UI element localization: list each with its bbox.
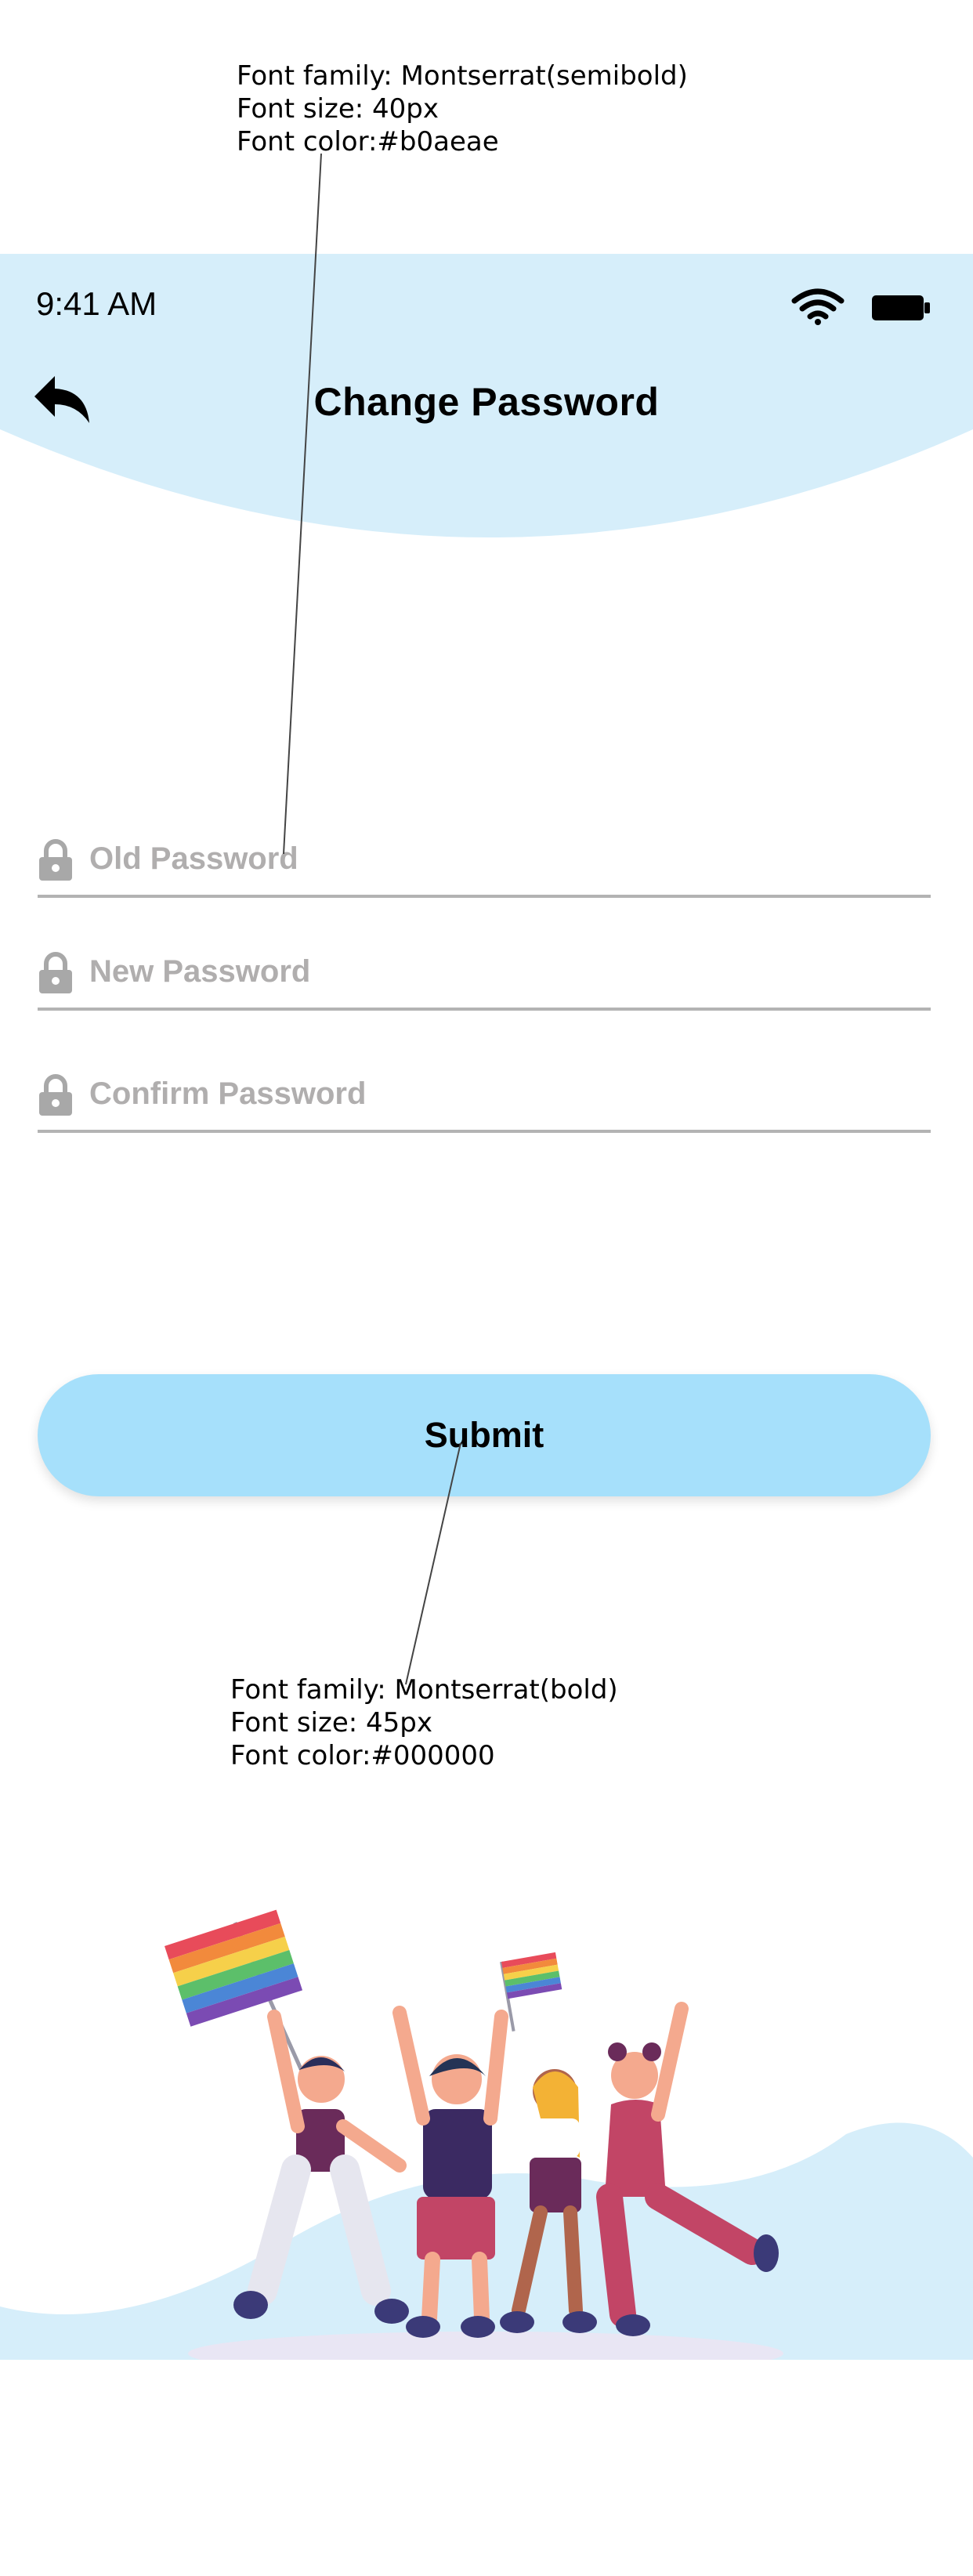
pride-people-illustration — [0, 1909, 973, 2360]
lock-icon — [39, 1074, 72, 1116]
old-password-placeholder: Old Password — [89, 841, 298, 876]
annotation-line: Font size: 45px — [230, 1707, 432, 1738]
field-underline — [38, 1130, 931, 1133]
lock-icon — [39, 952, 72, 993]
confirm-password-placeholder: Confirm Password — [89, 1076, 367, 1111]
small-rainbow-flag-icon — [500, 1952, 562, 2031]
annotation-line: Font color:#b0aeae — [237, 126, 499, 157]
new-password-placeholder: New Password — [89, 954, 311, 989]
phone-screen: 9:41 AM Change Password Old Password New… — [0, 254, 973, 2360]
field-underline — [38, 895, 931, 898]
new-password-field[interactable]: New Password — [38, 932, 931, 1011]
battery-icon — [872, 295, 930, 320]
input-font-annotation: Font family: Montserrat(semibold) Font s… — [237, 60, 688, 158]
page-title: Change Password — [313, 380, 660, 424]
confirm-password-field[interactable]: Confirm Password — [38, 1055, 931, 1133]
annotation-line: Font family: Montserrat(bold) — [230, 1674, 618, 1706]
old-password-field[interactable]: Old Password — [38, 819, 931, 898]
field-underline — [38, 1008, 931, 1011]
annotation-line: Font color:#000000 — [230, 1740, 495, 1771]
button-font-annotation: Font family: Montserrat(bold) Font size:… — [230, 1673, 618, 1772]
annotation-line: Font size: 40px — [237, 93, 439, 125]
lock-icon — [39, 839, 72, 881]
annotation-line: Font family: Montserrat(semibold) — [237, 60, 688, 92]
wifi-icon — [791, 288, 845, 325]
submit-button-label: Submit — [424, 1415, 544, 1455]
status-time: 9:41 AM — [36, 285, 157, 322]
submit-button[interactable]: Submit — [38, 1374, 931, 1496]
